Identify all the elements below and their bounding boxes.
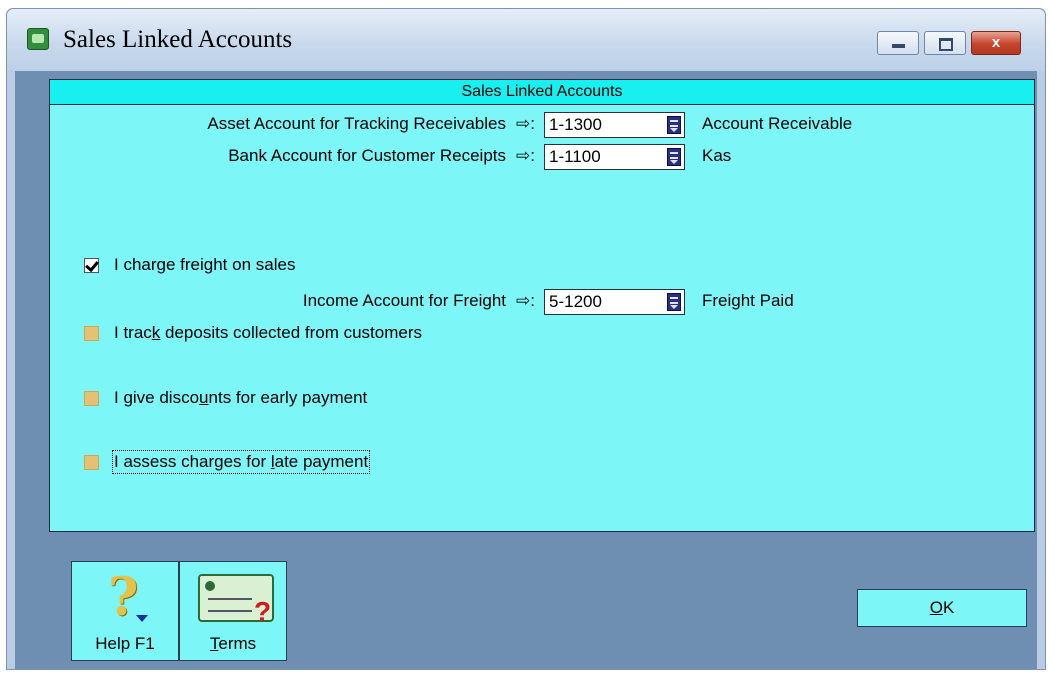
receipts-account-value: 1-1100 <box>549 147 601 166</box>
receivables-account-field[interactable]: 1-1300 <box>544 112 685 138</box>
freight-checkbox[interactable] <box>84 258 99 273</box>
terms-button-label: Terms <box>180 634 286 654</box>
client-area: Sales Linked Accounts Asset Account for … <box>15 71 1037 669</box>
freight-list-icon[interactable] <box>667 293 681 311</box>
receipts-account-name: Kas <box>702 146 732 165</box>
deposits-checkbox-label[interactable]: I track deposits collected from customer… <box>114 323 422 343</box>
late-payment-checkbox[interactable] <box>84 455 99 470</box>
close-button[interactable]: x <box>971 31 1021 55</box>
freight-account-value: 5-1200 <box>549 292 602 311</box>
late-label-part2: ate payment <box>274 452 369 471</box>
title-bar[interactable]: Sales Linked Accounts x <box>7 9 1045 71</box>
terms-label-rest: erms <box>218 634 257 653</box>
freight-arrow: ⇨: <box>516 291 535 310</box>
deposits-label-part1: I trac <box>114 323 152 342</box>
linked-accounts-panel: Sales Linked Accounts Asset Account for … <box>49 79 1035 532</box>
freight-account-label: Income Account for Freight <box>302 291 506 310</box>
terms-button[interactable]: ? Terms <box>179 561 287 661</box>
receipts-label: Bank Account for Customer Receipts <box>228 146 506 165</box>
dialog-window: Sales Linked Accounts x Sales Linked Acc… <box>6 8 1046 670</box>
app-icon[interactable] <box>27 28 49 50</box>
receivables-account-name: Account Receivable <box>702 114 853 133</box>
receipts-account-field[interactable]: 1-1100 <box>544 144 685 170</box>
ok-label-rest: K <box>942 598 955 617</box>
deposits-checkbox[interactable] <box>84 326 99 341</box>
help-button-label: Help F1 <box>95 634 155 653</box>
terms-question-icon: ? <box>254 596 272 627</box>
freight-account-field[interactable]: 5-1200 <box>544 289 685 315</box>
discounts-label-accel: u <box>199 388 209 407</box>
discounts-checkbox[interactable] <box>84 391 99 406</box>
late-payment-checkbox-label[interactable]: I assess charges for late payment <box>111 450 371 474</box>
receipts-list-icon[interactable] <box>667 148 681 166</box>
panel-header: Sales Linked Accounts <box>50 80 1034 105</box>
minimize-button[interactable] <box>877 31 919 55</box>
question-mark-icon: ? <box>108 567 139 628</box>
window-title: Sales Linked Accounts <box>63 26 293 53</box>
discounts-checkbox-label[interactable]: I give discounts for early payment <box>114 388 367 408</box>
ok-button[interactable]: OK <box>857 589 1027 627</box>
freight-checkbox-label[interactable]: I charge freight on sales <box>114 255 295 275</box>
late-label-part1: I assess charges for <box>114 452 271 471</box>
receipts-arrow: ⇨: <box>516 146 535 165</box>
receivables-label: Asset Account for Tracking Receivables <box>207 114 506 133</box>
discounts-label-part1: I give disco <box>114 388 200 407</box>
chevron-down-icon <box>136 615 148 622</box>
receivables-list-icon[interactable] <box>667 116 681 134</box>
receivables-arrow: ⇨: <box>516 114 535 133</box>
receivables-account-value: 1-1300 <box>549 115 602 134</box>
ok-label-accel: O <box>929 598 943 617</box>
discounts-label-part2: nts for early payment <box>208 388 368 407</box>
freight-account-name: Freight Paid <box>702 291 794 310</box>
help-button[interactable]: ? Help F1 <box>71 561 179 661</box>
maximize-button[interactable] <box>924 31 966 55</box>
deposits-label-part2: deposits collected from customers <box>160 323 423 342</box>
